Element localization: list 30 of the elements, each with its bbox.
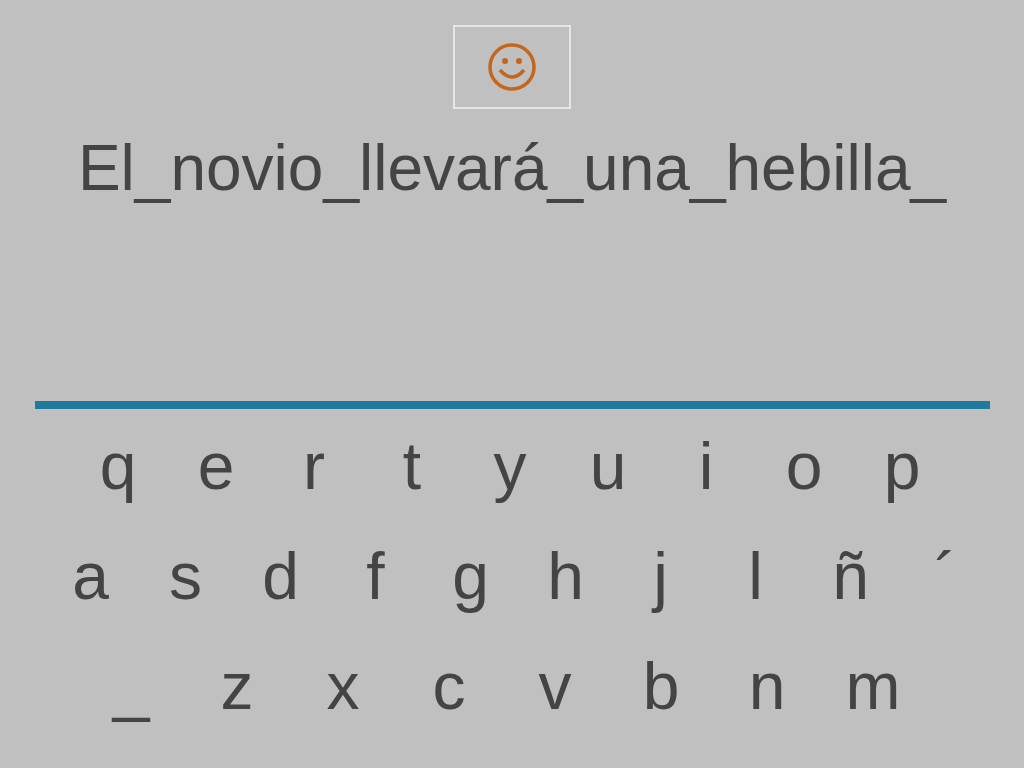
key[interactable]: d [233,537,328,615]
key[interactable]: ´ [898,537,993,615]
key[interactable]: f [328,537,423,615]
key[interactable]: _ [78,647,184,725]
key[interactable]: u [559,427,657,505]
key[interactable]: l [708,537,803,615]
key[interactable]: c [396,647,502,725]
key[interactable]: m [820,647,926,725]
key[interactable]: h [518,537,613,615]
key[interactable]: q [69,427,167,505]
key[interactable]: e [167,427,265,505]
key[interactable]: b [608,647,714,725]
key[interactable]: x [290,647,396,725]
key[interactable]: v [502,647,608,725]
key[interactable]: a [43,537,138,615]
key[interactable]: t [363,427,461,505]
key[interactable]: g [423,537,518,615]
sentence-text: El_novio_llevará_una_hebilla_ [77,131,947,205]
key[interactable]: p [853,427,951,505]
key[interactable]: r [265,427,363,505]
key[interactable]: j [613,537,708,615]
smiley-icon [487,42,537,92]
smiley-button[interactable] [453,25,571,109]
key[interactable]: ñ [803,537,898,615]
key[interactable]: y [461,427,559,505]
key[interactable]: s [138,537,233,615]
key[interactable]: i [657,427,755,505]
key[interactable]: z [184,647,290,725]
key[interactable]: o [755,427,853,505]
key[interactable]: n [714,647,820,725]
